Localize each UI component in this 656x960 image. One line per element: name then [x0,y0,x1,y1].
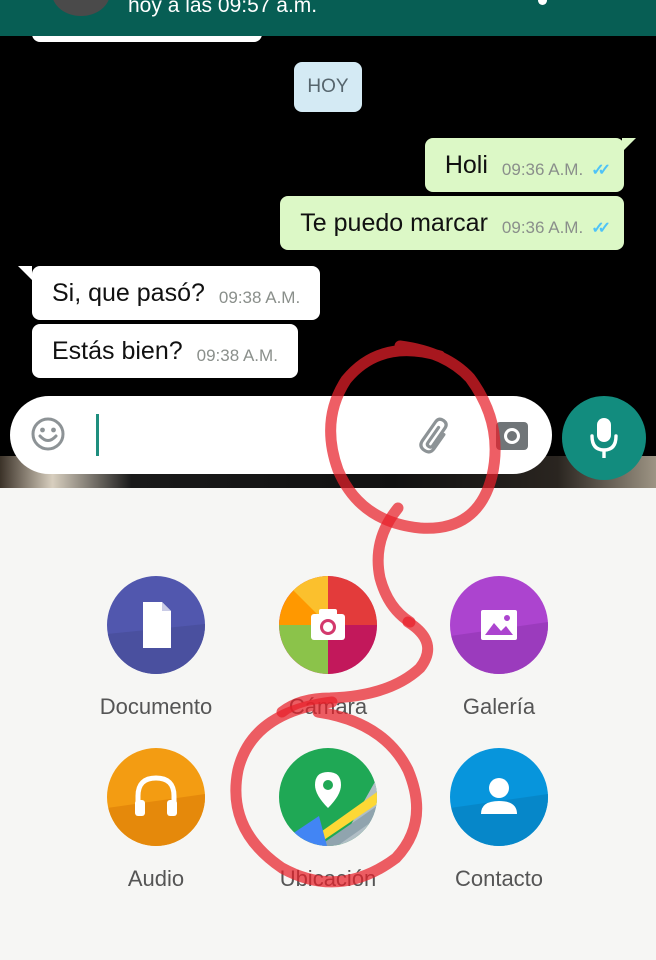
attach-label: Ubicación [279,866,377,891]
message-bubble-outgoing[interactable]: Te puedo marcar 09:36 A.M. ✓✓ [280,196,624,250]
message-text: Holi [444,150,488,179]
attach-panel: Documento Cámara Galería Audio Ubicación… [0,488,656,960]
menu-icon[interactable] [538,0,547,5]
camera-icon[interactable] [494,417,530,453]
attach-camera-button[interactable]: Cámara [243,576,413,746]
last-seen-status: hoy a las 09:57 a.m. [128,0,318,17]
headphones-icon [107,748,205,846]
attach-audio-button[interactable]: Audio [71,748,241,918]
message-input-bar[interactable] [10,396,552,474]
message-bubble-incoming[interactable]: Si, que pasó? 09:38 A.M. [32,266,321,320]
attach-contact-button[interactable]: Contacto [414,748,584,918]
bubble-tail [18,266,32,280]
microphone-icon [590,418,618,458]
message-bubble-outgoing[interactable]: Holi 09:36 A.M. ✓✓ [424,138,624,192]
text-cursor[interactable] [96,414,99,456]
attach-gallery-button[interactable]: Galería [414,576,584,746]
attach-label: Audio [127,866,185,891]
camera-icon [279,576,377,674]
read-receipt-icon: ✓✓ [591,162,611,179]
date-divider: HOY [294,62,362,112]
location-pin-icon [279,748,377,846]
previous-message-edge [32,36,262,42]
attach-label: Galería [462,694,536,719]
message-time: 09:38 A.M. [218,288,301,307]
paperclip-icon[interactable] [414,414,458,458]
message-time: 09:38 A.M. [196,346,278,365]
attach-label: Contacto [454,866,544,891]
message-text: Estás bien? [52,336,183,365]
message-time: 09:36 A.M. [501,218,584,237]
gallery-icon [450,576,548,674]
contact-person-icon [450,748,548,846]
contact-avatar[interactable] [52,0,110,16]
read-receipt-icon: ✓✓ [591,220,611,237]
message-text: Si, que pasó? [52,278,205,307]
chat-header: hoy a las 09:57 a.m. [0,0,656,36]
attach-label: Cámara [288,694,368,719]
emoji-icon[interactable] [30,416,66,452]
attach-label: Documento [99,694,213,719]
microphone-button[interactable] [562,396,646,480]
document-icon [107,576,205,674]
message-time: 09:36 A.M. [501,160,584,179]
message-text: Te puedo marcar [300,208,488,237]
attach-document-button[interactable]: Documento [71,576,241,746]
bubble-tail [622,138,636,152]
message-bubble-incoming[interactable]: Estás bien? 09:38 A.M. [32,324,298,378]
attach-location-button[interactable]: Ubicación [243,748,413,918]
